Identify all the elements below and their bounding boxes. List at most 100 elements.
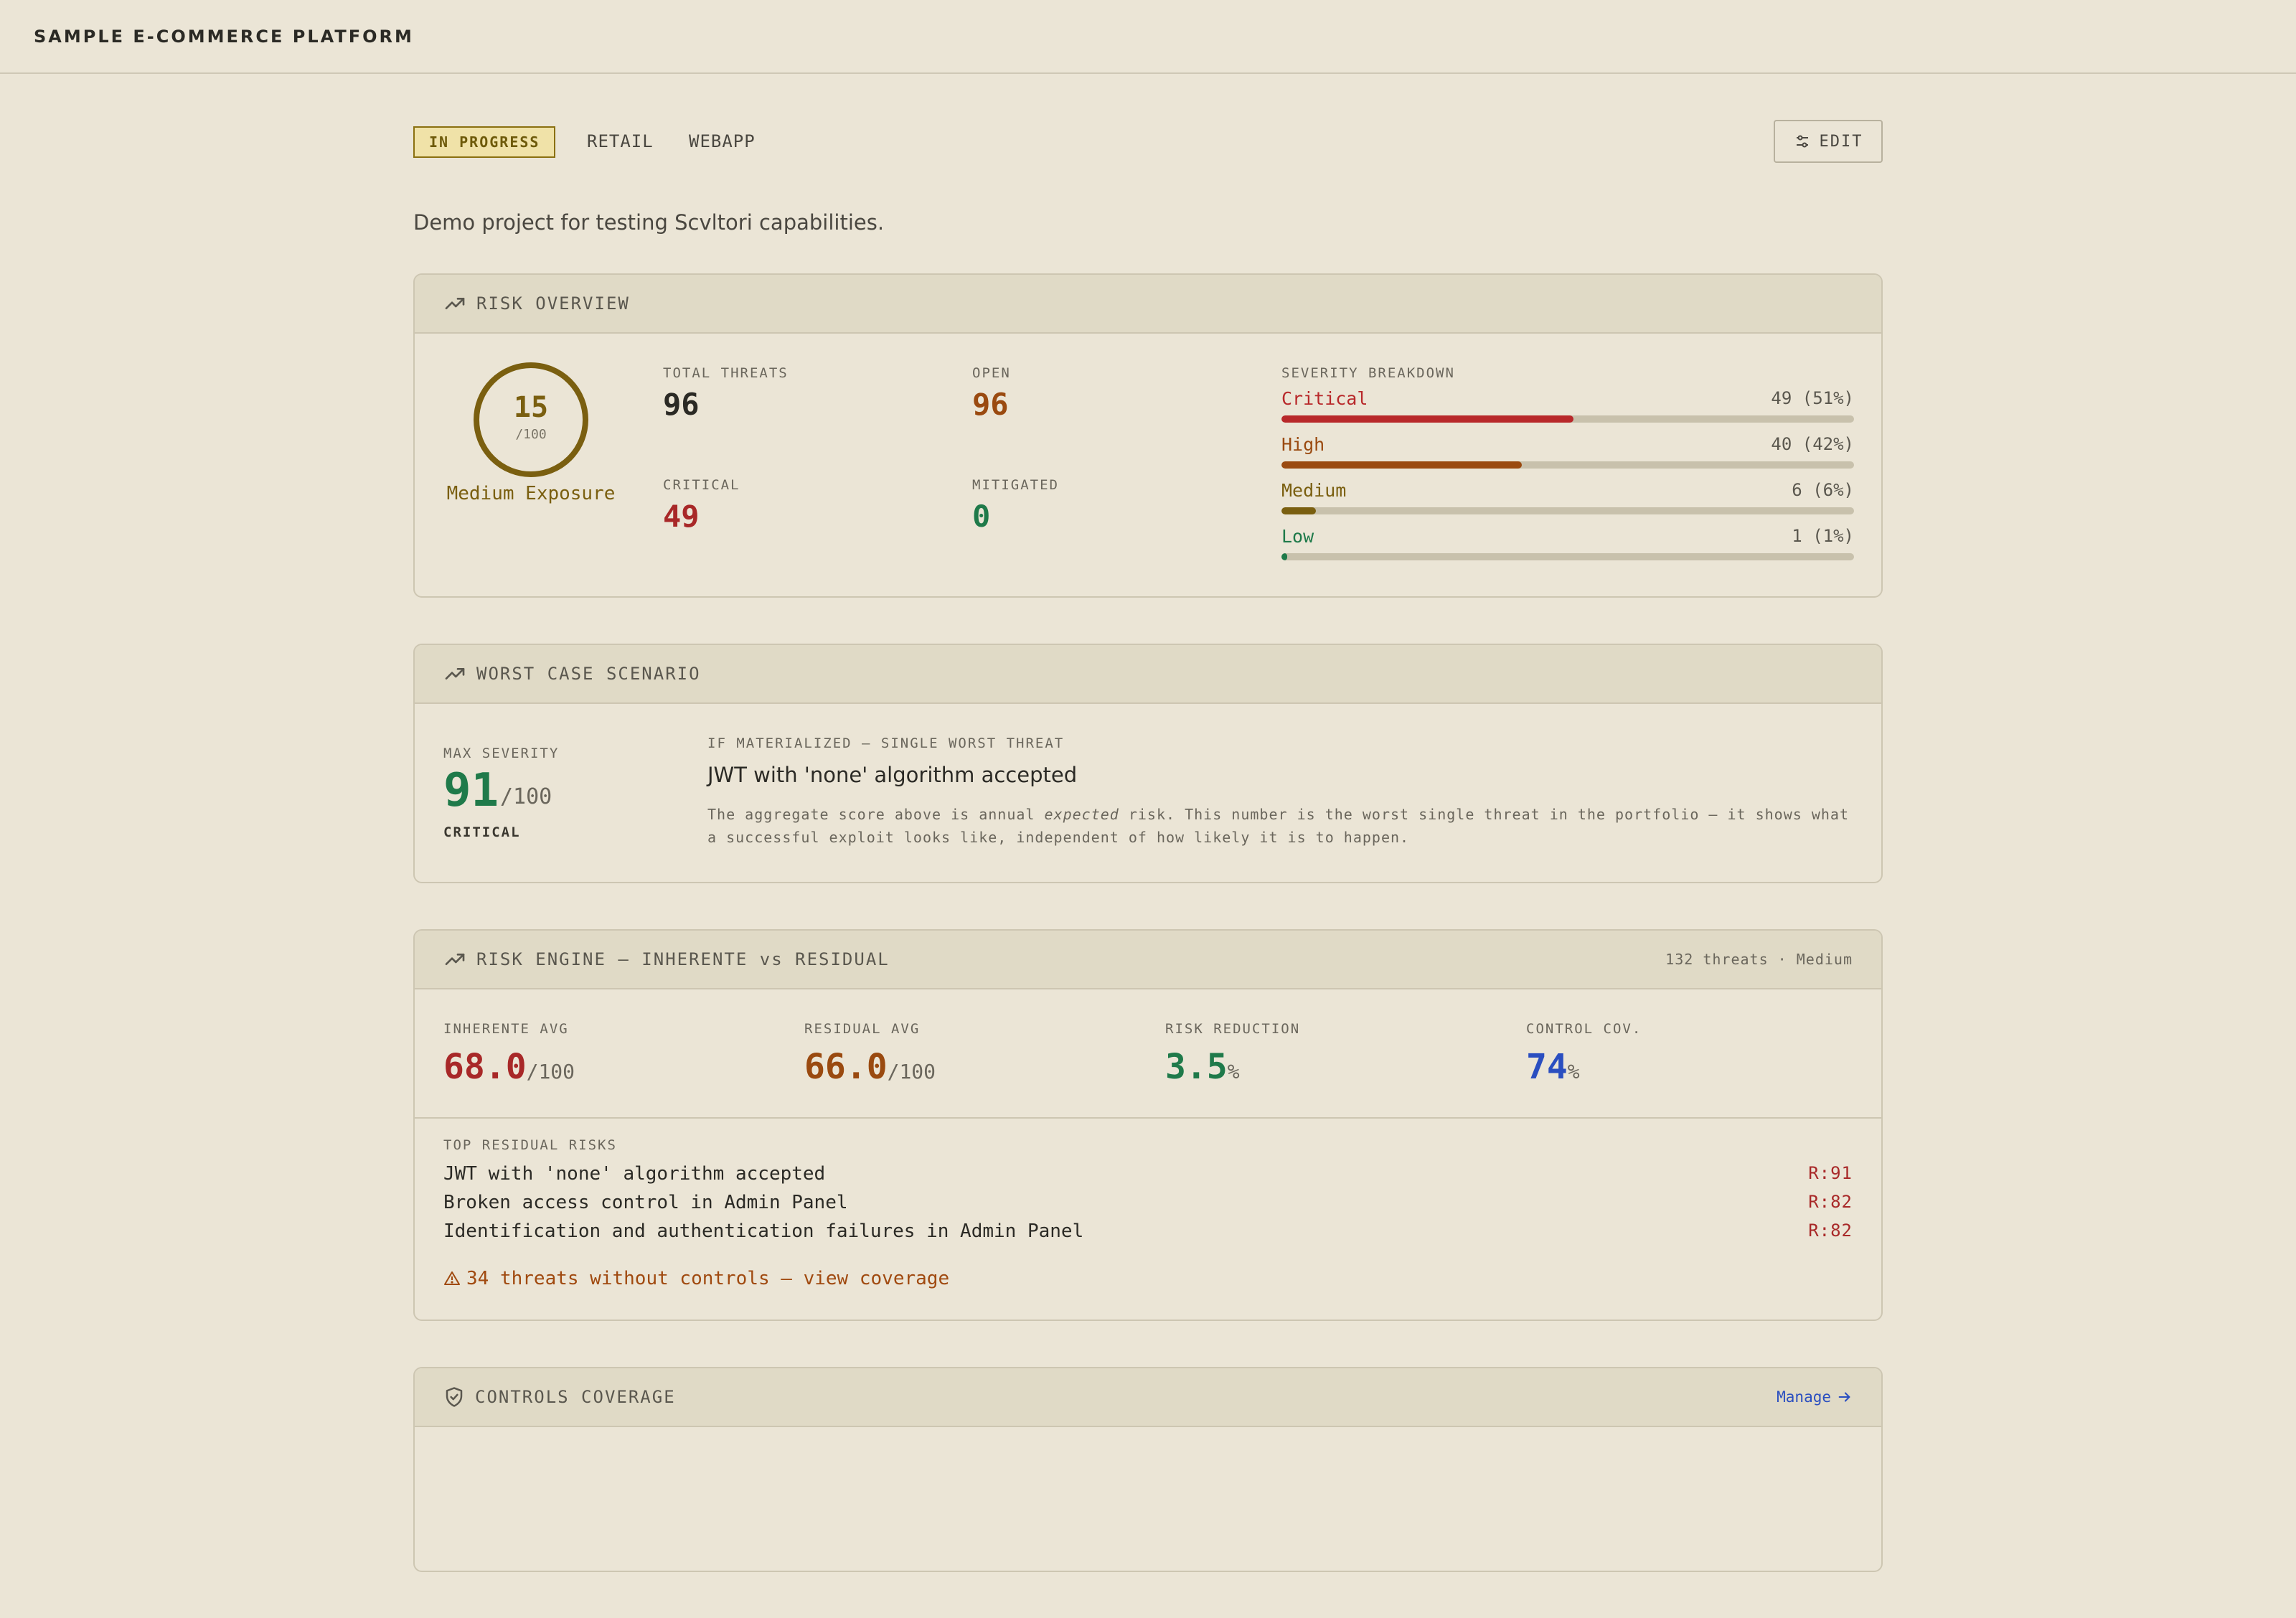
metric-suffix: /100 [526, 1060, 575, 1083]
edit-button[interactable]: EDIT [1774, 120, 1883, 163]
manage-controls-link[interactable]: Manage [1777, 1388, 1853, 1406]
metric-label: RESIDUAL AVG [804, 1021, 921, 1037]
severity-row-high: High 40 (42%) [1281, 434, 1854, 480]
trending-up-icon [445, 954, 465, 965]
max-severity-score: 91 [443, 764, 499, 817]
worst-case-card: WORST CASE SCENARIO MAX SEVERITY 91 /100… [413, 644, 1883, 883]
severity-count: 1 (1%) [1792, 526, 1854, 546]
severity-row-critical: Critical 49 (51%) [1281, 388, 1854, 434]
tag-retail: RETAIL [587, 131, 654, 151]
metric-risk-reduction: RISK REDUCTION 3.5% [1165, 1021, 1300, 1087]
severity-bar-track [1281, 553, 1854, 560]
edit-label: EDIT [1819, 132, 1863, 151]
project-overview: IN PROGRESS RETAIL WEBAPP EDIT Demo proj… [413, 74, 1883, 1618]
risk-row[interactable]: Identification and authentication failur… [443, 1220, 1853, 1246]
severity-count: 49 (51%) [1771, 388, 1854, 408]
trending-up-icon [445, 298, 465, 309]
worst-case-header: WORST CASE SCENARIO [415, 645, 1881, 704]
tag-webapp: WEBAPP [689, 131, 756, 151]
shield-check-icon [446, 1387, 463, 1407]
risk-row[interactable]: JWT with 'none' algorithm accepted R:91 [443, 1163, 1853, 1189]
status-badge: IN PROGRESS [413, 126, 556, 158]
coverage-link-label: 34 threats without controls — view cover… [466, 1268, 950, 1289]
worst-case-body: MAX SEVERITY 91 /100 CRITICAL IF MATERIA… [415, 704, 1881, 882]
app-title: SAMPLE E-COMMERCE PLATFORM [34, 26, 414, 47]
project-description: Demo project for testing Scvltori capabi… [413, 210, 885, 235]
max-severity-label: MAX SEVERITY [443, 745, 560, 761]
metric-suffix: /100 [887, 1060, 936, 1083]
manage-label: Manage [1777, 1388, 1831, 1406]
trending-up-icon [445, 668, 465, 679]
controls-coverage-title: CONTROLS COVERAGE [475, 1387, 676, 1407]
risk-row[interactable]: Broken access control in Admin Panel R:8… [443, 1192, 1853, 1218]
risk-name: JWT with 'none' algorithm accepted [443, 1163, 826, 1185]
scenario-label: IF MATERIALIZED — SINGLE WORST THREAT [707, 735, 1065, 751]
severity-count: 6 (6%) [1792, 480, 1854, 500]
risk-name: Identification and authentication failur… [443, 1220, 1084, 1242]
severity-count: 40 (42%) [1771, 434, 1854, 454]
risk-score: R:82 [1808, 1192, 1853, 1212]
severity-breakdown-title: SEVERITY BREAKDOWN [1281, 365, 1455, 381]
open-value: 96 [972, 387, 1009, 422]
metric-suffix: % [1567, 1060, 1580, 1083]
metric-label: INHERENTE AVG [443, 1021, 569, 1037]
risk-engine-meta: 132 threats · Medium [1665, 951, 1853, 968]
risk-overview-card: RISK OVERVIEW 15 /100 Medium Exposure TO… [413, 273, 1883, 598]
risk-engine-metrics: INHERENTE AVG 68.0/100 RESIDUAL AVG 66.0… [415, 989, 1881, 1119]
severity-bar-fill [1281, 553, 1287, 560]
severity-bar-fill [1281, 415, 1573, 423]
project-tags-row: IN PROGRESS RETAIL WEBAPP EDIT [413, 74, 1883, 210]
severity-name: High [1281, 434, 1325, 455]
risk-engine-card: RISK ENGINE — INHERENTE vs RESIDUAL 132 … [413, 929, 1883, 1321]
metric-inherente-avg: INHERENTE AVG 68.0/100 [443, 1021, 575, 1087]
severity-row-medium: Medium 6 (6%) [1281, 480, 1854, 526]
severity-name: Critical [1281, 388, 1368, 409]
exposure-label: Medium Exposure [446, 483, 616, 504]
severity-name: Low [1281, 526, 1314, 547]
metric-value: 66.0 [804, 1047, 888, 1087]
view-coverage-link[interactable]: 34 threats without controls — view cover… [443, 1268, 949, 1289]
controls-coverage-card: CONTROLS COVERAGE Manage [413, 1367, 1883, 1572]
arrow-right-icon [1838, 1392, 1850, 1402]
note-emphasis: expected [1044, 806, 1119, 823]
open-label: OPEN [972, 365, 1011, 381]
severity-bar-track [1281, 461, 1854, 469]
risk-overview-title: RISK OVERVIEW [476, 293, 630, 314]
worst-case-title: WORST CASE SCENARIO [476, 664, 701, 684]
mitigated-value: 0 [972, 499, 991, 534]
metric-residual-avg: RESIDUAL AVG 66.0/100 [804, 1021, 936, 1087]
warning-icon [444, 1271, 460, 1285]
worst-case-note: The aggregate score above is annual expe… [707, 803, 1855, 849]
metric-value: 3.5 [1165, 1047, 1228, 1087]
risk-name: Broken access control in Admin Panel [443, 1192, 848, 1213]
total-threats-label: TOTAL THREATS [663, 365, 789, 381]
severity-bar-track [1281, 507, 1854, 514]
metric-label: RISK REDUCTION [1165, 1021, 1301, 1037]
controls-coverage-header: CONTROLS COVERAGE Manage [415, 1368, 1881, 1427]
max-severity-level: CRITICAL [443, 824, 521, 840]
metric-suffix: % [1227, 1060, 1240, 1083]
risk-score: R:91 [1808, 1163, 1853, 1183]
top-residual-risks: TOP RESIDUAL RISKS JWT with 'none' algor… [415, 1119, 1881, 1320]
exposure-max: /100 [515, 427, 547, 442]
metric-value: 74 [1526, 1047, 1568, 1087]
top-bar: SAMPLE E-COMMERCE PLATFORM [0, 0, 2296, 74]
metric-label: CONTROL COV. [1526, 1021, 1642, 1037]
risk-overview-body: 15 /100 Medium Exposure TOTAL THREATS 96… [415, 334, 1881, 596]
max-severity-max: /100 [500, 784, 552, 809]
severity-name: Medium [1281, 480, 1347, 501]
severity-bar-fill [1281, 461, 1523, 469]
metric-control-coverage: CONTROL COV. 74% [1526, 1021, 1642, 1087]
risk-score: R:82 [1808, 1220, 1853, 1241]
severity-row-low: Low 1 (1%) [1281, 526, 1854, 572]
severity-bar-fill [1281, 507, 1316, 514]
critical-label: CRITICAL [663, 477, 740, 493]
exposure-score: 15 [513, 391, 549, 424]
worst-threat-name: JWT with 'none' algorithm accepted [707, 763, 1078, 787]
critical-value: 49 [663, 499, 700, 534]
severity-bar-track [1281, 415, 1854, 423]
top-residual-risks-title: TOP RESIDUAL RISKS [443, 1137, 617, 1153]
risk-engine-header: RISK ENGINE — INHERENTE vs RESIDUAL 132 … [415, 931, 1881, 989]
metric-value: 68.0 [443, 1047, 527, 1087]
risk-overview-header: RISK OVERVIEW [415, 275, 1881, 334]
